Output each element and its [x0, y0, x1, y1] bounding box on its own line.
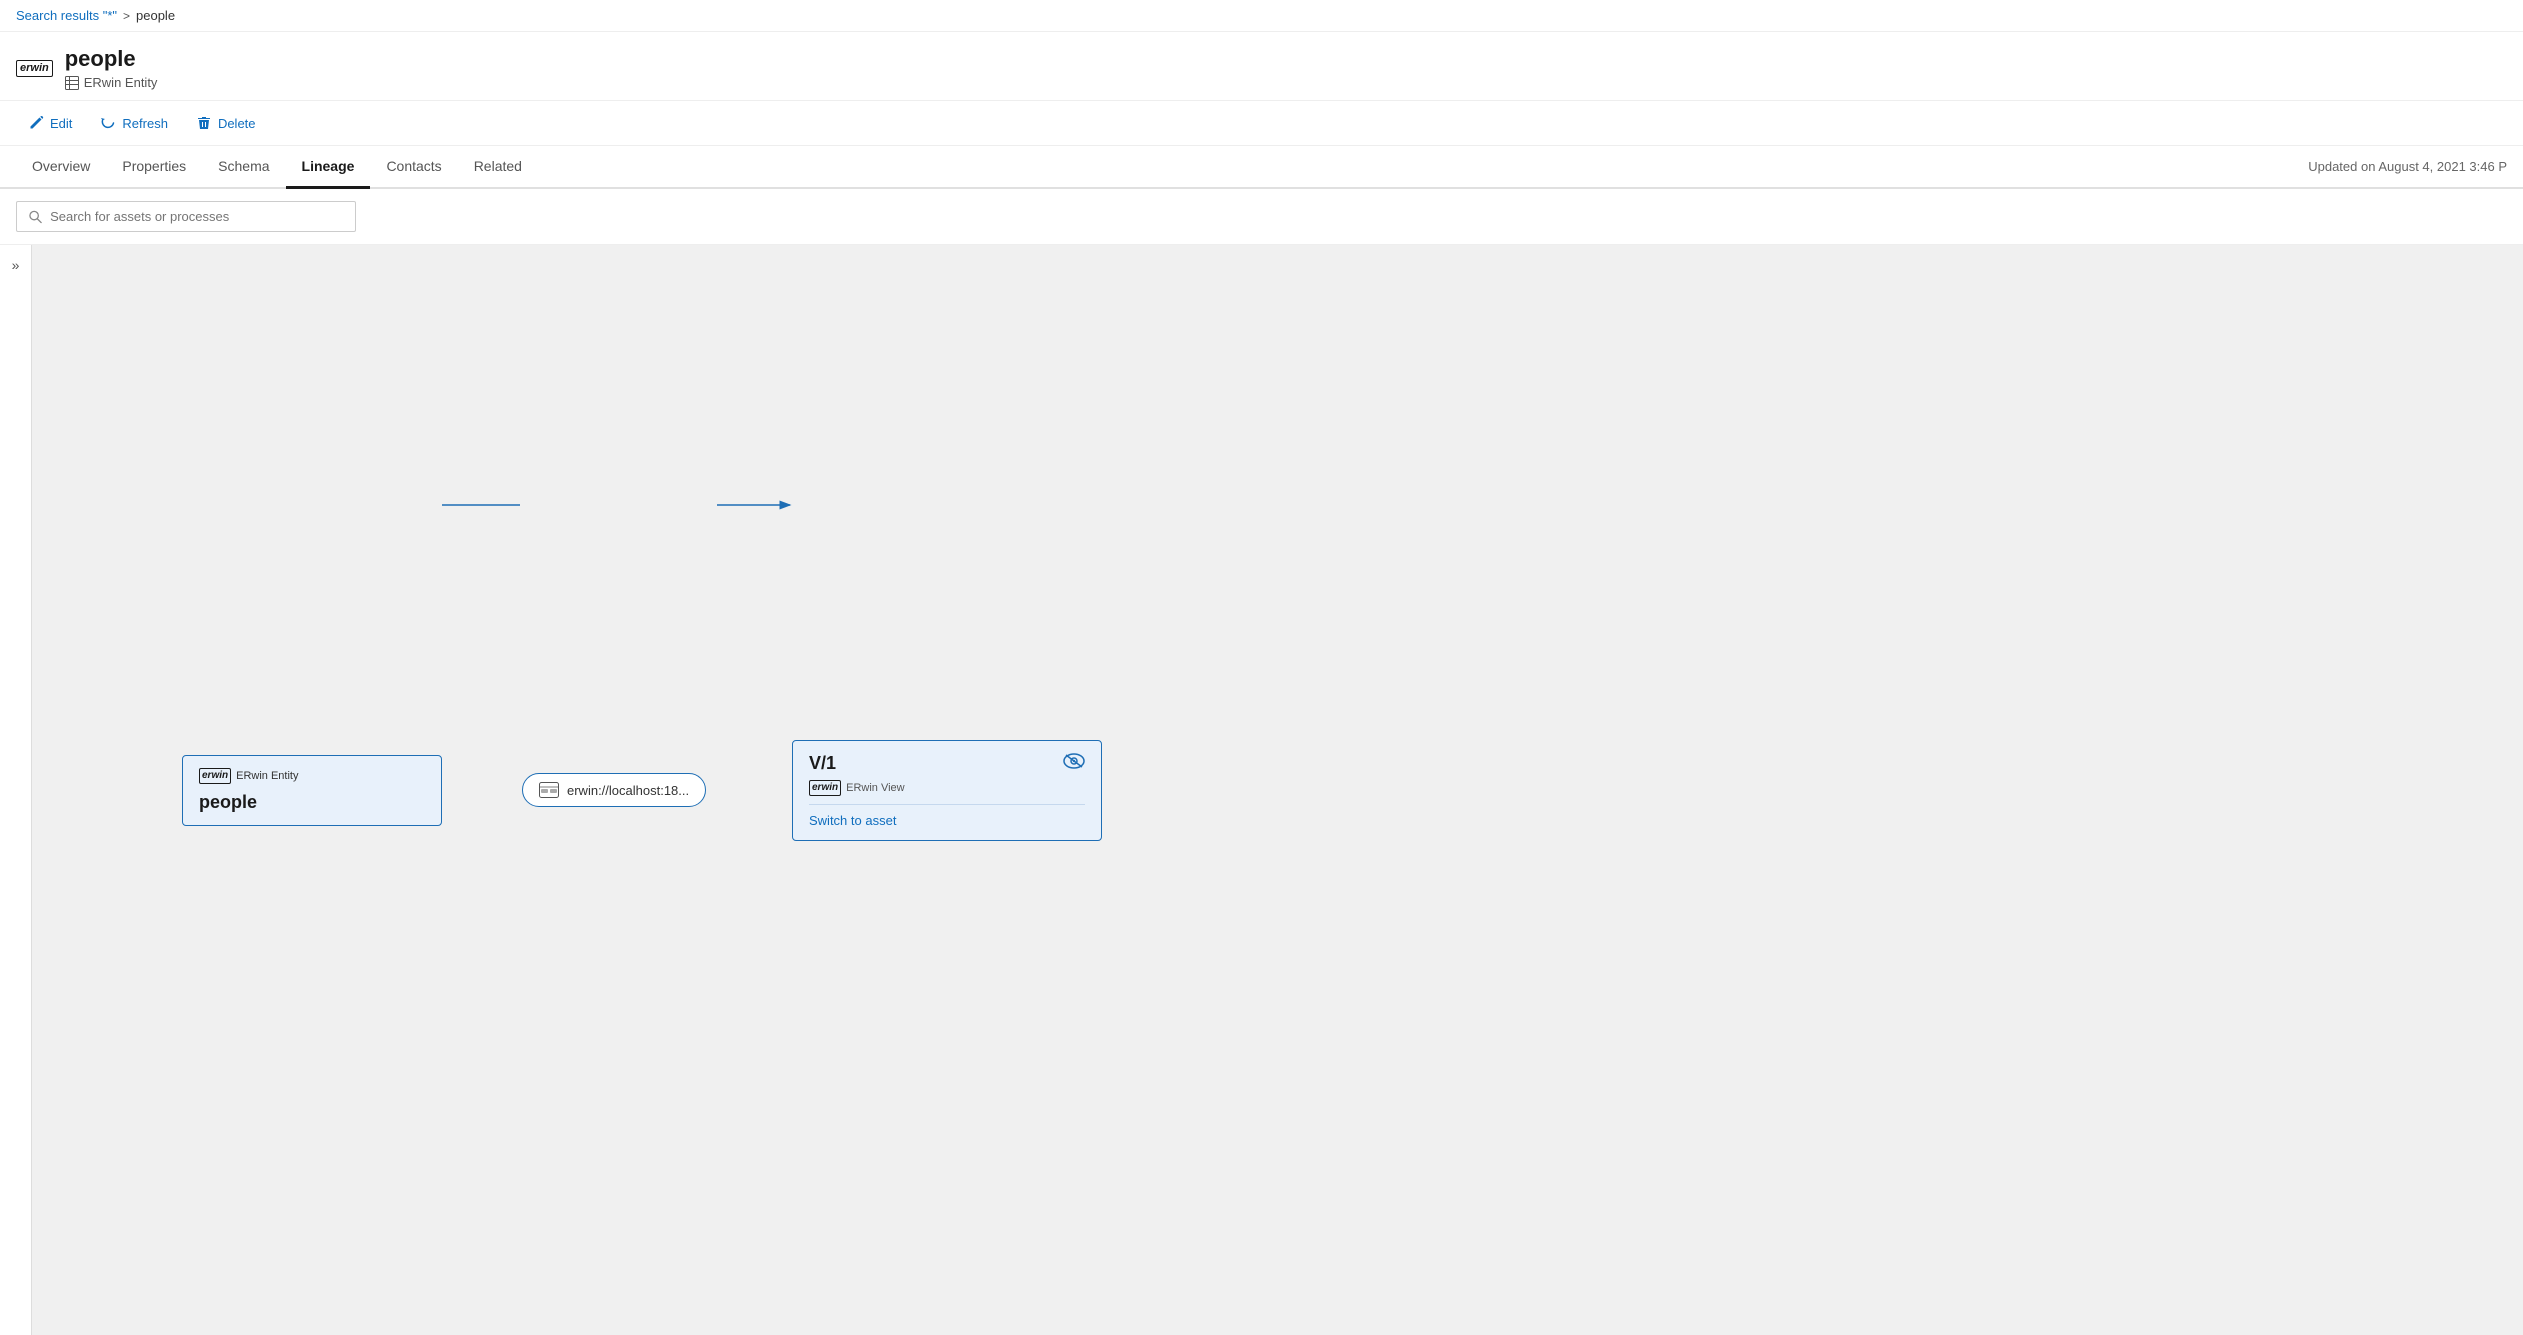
view-node[interactable]: V/1 erwin ERwin View Switch to asset: [792, 740, 1102, 841]
tab-lineage[interactable]: Lineage: [286, 146, 371, 189]
entity-type-label: ERwin Entity: [236, 770, 298, 782]
breadcrumb-search-link[interactable]: Search results "*": [16, 8, 117, 23]
entity-node-brand: erwin ERwin Entity: [199, 768, 425, 784]
breadcrumb: Search results "*" > people: [0, 0, 2523, 32]
breadcrumb-current: people: [136, 8, 175, 23]
tabs-bar: Overview Properties Schema Lineage Conta…: [0, 146, 2523, 189]
entity-name: people: [199, 792, 425, 813]
edit-label: Edit: [50, 116, 72, 131]
toggle-icon: »: [12, 257, 20, 273]
asset-type-label: ERwin Entity: [84, 75, 158, 90]
breadcrumb-separator: >: [123, 9, 130, 23]
erwin-logo: erwin: [16, 60, 53, 77]
updated-timestamp: Updated on August 4, 2021 3:46 P: [2308, 159, 2507, 174]
refresh-button[interactable]: Refresh: [88, 109, 180, 137]
tab-schema[interactable]: Schema: [202, 146, 285, 189]
process-icon: [539, 782, 559, 798]
view-logo: erwin: [809, 780, 841, 796]
view-title: V/1: [809, 753, 836, 774]
process-node[interactable]: erwin://localhost:18...: [522, 773, 706, 807]
tab-contacts[interactable]: Contacts: [370, 146, 457, 189]
entity-node[interactable]: erwin ERwin Entity people: [182, 755, 442, 826]
toolbar: Edit Refresh Delete: [0, 101, 2523, 146]
view-type-label: ERwin View: [846, 782, 905, 794]
eye-icon[interactable]: [1063, 753, 1085, 772]
asset-header: erwin people ERwin Entity: [0, 32, 2523, 101]
search-icon: [29, 210, 42, 224]
process-label: erwin://localhost:18...: [567, 783, 689, 798]
lineage-canvas: erwin ERwin Entity people erwin://localh…: [32, 245, 2523, 1335]
search-input[interactable]: [50, 209, 343, 224]
view-node-header: V/1: [809, 753, 1085, 774]
tab-related[interactable]: Related: [458, 146, 538, 189]
refresh-label: Refresh: [122, 116, 168, 131]
sidebar-toggle[interactable]: »: [0, 245, 32, 1335]
asset-title-block: people ERwin Entity: [65, 46, 158, 90]
table-icon: [65, 76, 79, 90]
tab-properties[interactable]: Properties: [106, 146, 202, 189]
delete-label: Delete: [218, 116, 256, 131]
view-node-brand: erwin ERwin View: [809, 780, 1085, 796]
lineage-area: » erwin ERwin Entity people: [0, 245, 2523, 1335]
switch-to-asset-link[interactable]: Switch to asset: [809, 804, 1085, 828]
tabs-list: Overview Properties Schema Lineage Conta…: [16, 146, 538, 187]
lineage-search-area: [0, 189, 2523, 245]
delete-button[interactable]: Delete: [184, 109, 268, 137]
asset-type: ERwin Entity: [65, 75, 158, 90]
entity-logo: erwin: [199, 768, 231, 784]
tab-overview[interactable]: Overview: [16, 146, 106, 189]
edit-button[interactable]: Edit: [16, 109, 84, 137]
asset-title: people: [65, 46, 158, 72]
search-input-wrap[interactable]: [16, 201, 356, 232]
